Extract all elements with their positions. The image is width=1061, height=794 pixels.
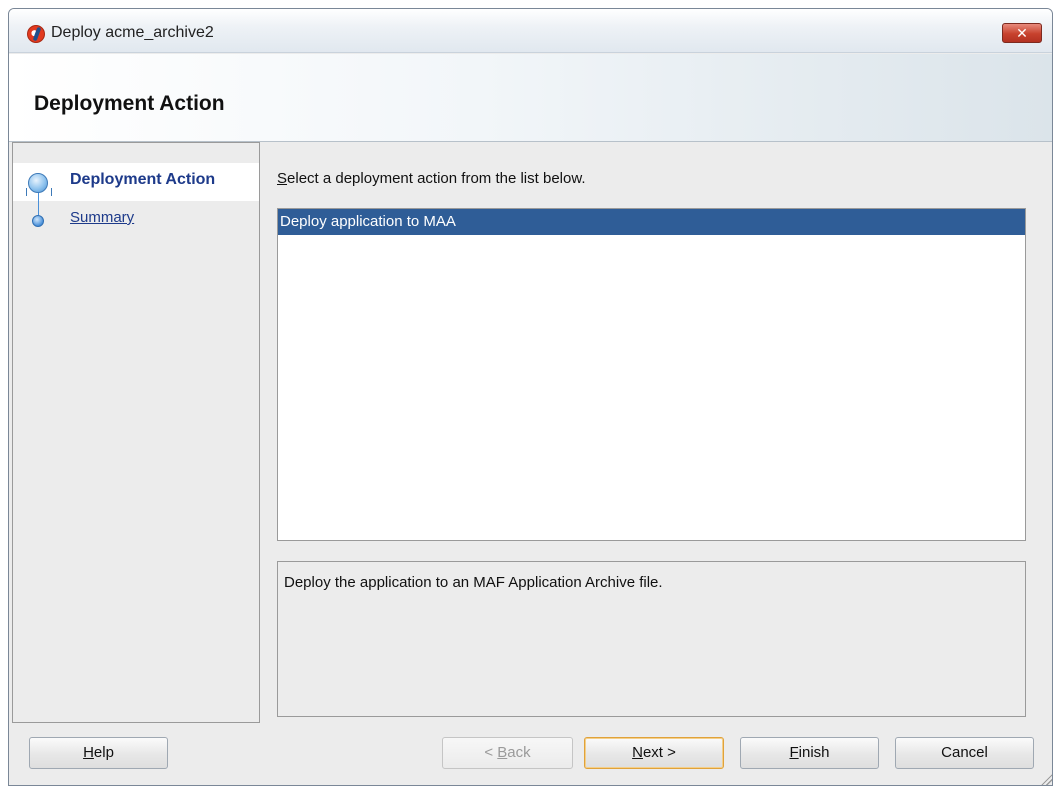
page-header: Deployment Action (9, 54, 1052, 142)
step-pending-icon (32, 215, 44, 227)
next-mnemonic: N (632, 744, 643, 761)
instruction-text: Select a deployment action from the list… (277, 170, 586, 187)
help-mnemonic: H (83, 744, 94, 761)
step-label-deployment-action[interactable]: Deployment Action (70, 171, 215, 189)
window-title: Deploy acme_archive2 (51, 24, 214, 41)
wizard-steps-panel: Deployment Action Summary (12, 142, 260, 723)
help-label: elp (93, 744, 114, 761)
help-button[interactable]: Help (29, 737, 168, 769)
close-button[interactable]: ✕ (1002, 23, 1042, 43)
list-item-deploy-to-maa[interactable]: Deploy application to MAA (278, 209, 1025, 235)
step-link-summary[interactable]: Summary (70, 209, 134, 226)
instruction-mnemonic: S (277, 170, 288, 187)
deployment-action-list[interactable]: Deploy application to MAA (277, 208, 1026, 541)
action-description-box: Deploy the application to an MAF Applica… (277, 561, 1026, 717)
next-label: ext > (642, 744, 676, 761)
step-current-icon (28, 173, 48, 193)
page-title: Deployment Action (34, 92, 225, 115)
resize-grip[interactable] (1040, 773, 1052, 785)
jdeveloper-app-icon (27, 25, 45, 43)
finish-mnemonic: F (789, 744, 799, 761)
next-button[interactable]: Next > (584, 737, 724, 769)
back-prefix: < (484, 744, 498, 761)
back-mnemonic: B (497, 744, 508, 761)
back-button[interactable]: < Back (442, 737, 573, 769)
back-label: ack (507, 744, 531, 761)
title-bar: Deploy acme_archive2 ✕ (9, 9, 1052, 53)
cancel-button[interactable]: Cancel (895, 737, 1034, 769)
action-description-text: Deploy the application to an MAF Applica… (284, 574, 663, 591)
finish-button[interactable]: Finish (740, 737, 879, 769)
instruction-rest: elect a deployment action from the list … (287, 170, 586, 187)
finish-label: inish (798, 744, 830, 761)
